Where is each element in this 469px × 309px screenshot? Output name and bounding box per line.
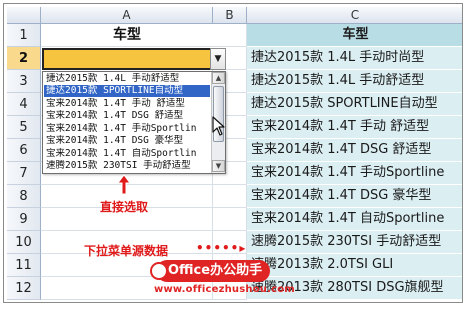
logo-badge-icon (150, 262, 168, 280)
row-header[interactable]: 11 (7, 254, 41, 277)
cell[interactable] (213, 24, 247, 47)
dropdown-option[interactable]: 宝来2014款 1.4T DSG 舒适型 (44, 110, 210, 122)
annotation-direct-select: 直接选取 (100, 200, 149, 214)
watermark-url: www.officezhushou.com (154, 284, 295, 295)
source-cell[interactable]: 宝来2014款 1.4T DSG 舒适型 (247, 139, 462, 162)
row-header[interactable]: 9 (7, 208, 41, 231)
source-cell[interactable]: 宝来2014款 1.4T DSG 豪华型 (247, 185, 462, 208)
row-header[interactable]: 4 (7, 93, 41, 116)
source-cell[interactable]: 捷达2015款 SPORTLINE自动型 (247, 93, 462, 116)
watermark-logo: Office办公助手 (150, 260, 271, 282)
dropdown-option[interactable]: 宝来2014款 1.4T DSG 豪华型 (44, 135, 210, 147)
dropdown-option[interactable]: 宝来2014款 1.4T 手动Sportlin (44, 123, 210, 135)
source-cell[interactable]: 捷达2015款 1.4L 手动时尚型 (247, 47, 462, 70)
spreadsheet-window: A B C 1 2 3 4 5 6 7 8 9 10 11 12 车型 车型 捷… (3, 3, 463, 303)
dropdown-option[interactable]: 速腾2015款 230TSI 手动舒适型 (44, 160, 210, 172)
source-cell[interactable]: 宝来2014款 1.4T 手动 舒适型 (247, 116, 462, 139)
row-header[interactable]: 12 (7, 277, 41, 300)
column-header-c[interactable]: C (247, 7, 462, 24)
row-header[interactable]: 6 (7, 139, 41, 162)
cell[interactable] (213, 208, 247, 231)
dropdown-option[interactable]: 宝来2014款 1.4T 手动 舒适型 (44, 98, 210, 110)
dropdown-list[interactable]: 捷达2015款 1.4L 手动舒适型 捷达2015款 SPORTLINE自动型 … (42, 71, 226, 174)
mouse-cursor-icon (212, 116, 225, 136)
row-header[interactable]: 7 (7, 162, 41, 185)
cell-a1-header[interactable]: 车型 (41, 24, 213, 47)
row-header-selected[interactable]: 2 (7, 47, 41, 70)
selected-cell-a2[interactable] (42, 48, 213, 70)
row-header[interactable]: 5 (7, 116, 41, 139)
source-column-header[interactable]: 车型 (247, 24, 462, 47)
annotation-dotted-arrow: •••••▸ (196, 241, 247, 255)
dropdown-arrow-button[interactable]: ▼ (210, 48, 226, 70)
select-all-corner[interactable] (7, 7, 41, 24)
dropdown-option[interactable]: 捷达2015款 1.4L 手动舒适型 (44, 73, 210, 85)
source-cell[interactable]: 速腾2015款 230TSI 手动舒适型 (247, 231, 462, 254)
row-header[interactable]: 3 (7, 70, 41, 93)
source-cell[interactable]: 速腾2013款 2.0TSI GLI (247, 254, 462, 277)
source-cell[interactable]: 宝来2014款 1.4T 手动Sportline (247, 162, 462, 185)
row-header[interactable]: 10 (7, 231, 41, 254)
annotation-source-data: 下拉菜单源数据 (84, 244, 169, 258)
source-cell[interactable]: 宝来2014款 1.4T 自动Sportline (247, 208, 462, 231)
scroll-up-icon[interactable]: ▲ (212, 72, 225, 84)
dropdown-option-highlighted[interactable]: 捷达2015款 SPORTLINE自动型 (44, 85, 210, 97)
row-header[interactable]: 1 (7, 24, 41, 47)
column-header-a[interactable]: A (41, 7, 213, 24)
watermark-brand: Office办公助手 (168, 263, 263, 278)
cell[interactable] (213, 185, 247, 208)
annotation-up-arrow-icon (117, 174, 131, 195)
row-header[interactable]: 8 (7, 185, 41, 208)
scroll-down-icon[interactable]: ▼ (212, 160, 225, 172)
source-cell[interactable]: 捷达2015款 1.4L 手动舒适型 (247, 70, 462, 93)
dropdown-option[interactable]: 宝来2014款 1.4T 自动Sportlin (44, 148, 210, 160)
column-header-b[interactable]: B (213, 7, 247, 24)
